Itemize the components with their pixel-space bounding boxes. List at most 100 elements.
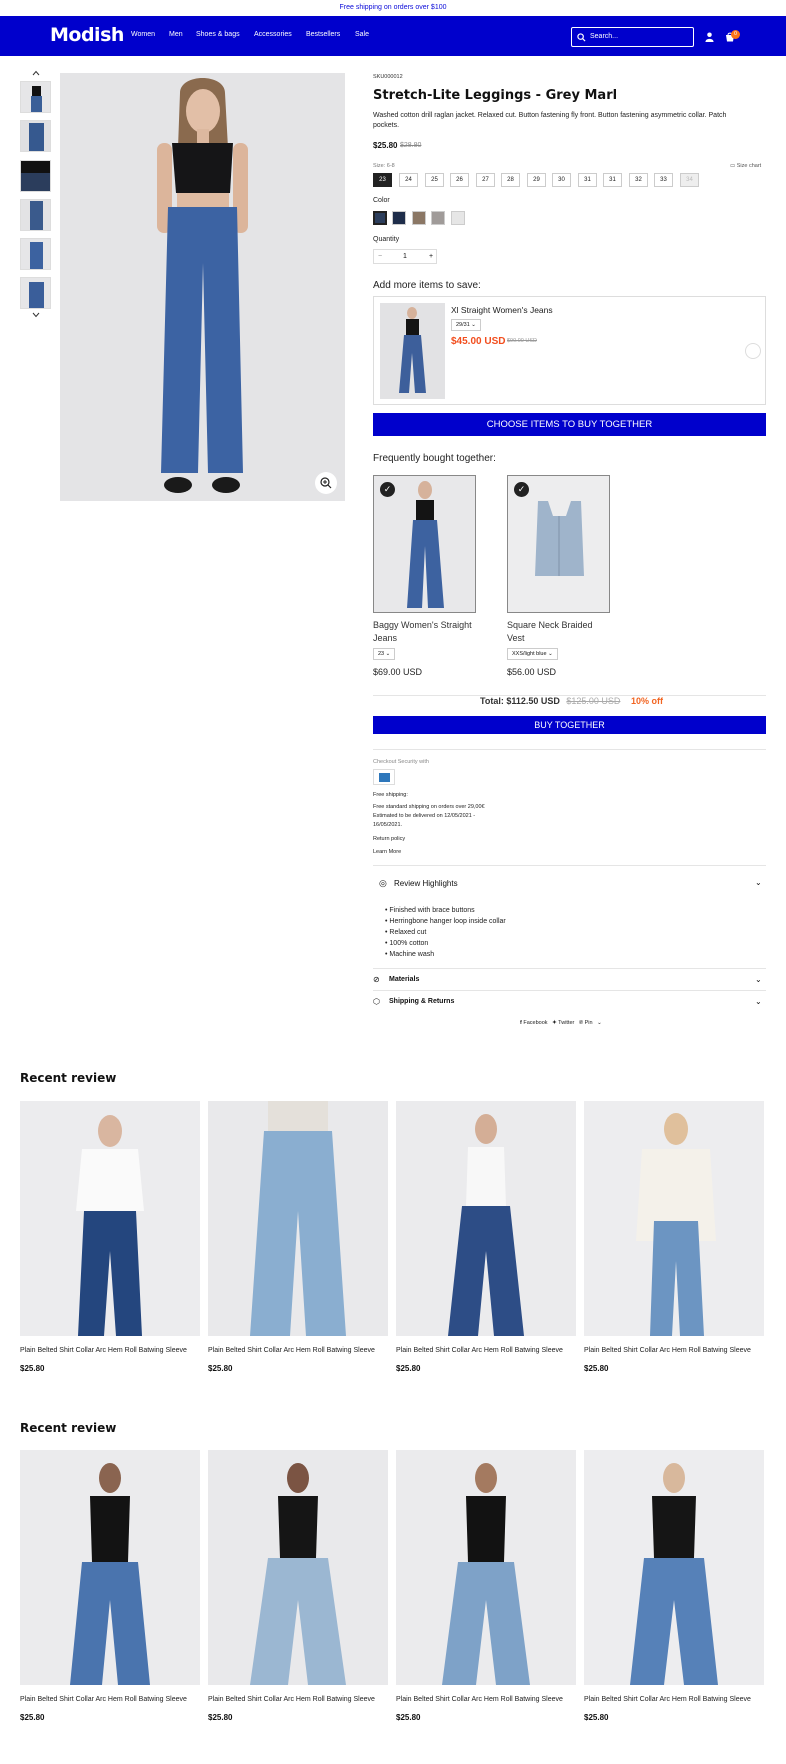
fbt-discount: 10% off: [630, 696, 663, 706]
ruler-icon: ▭: [730, 163, 737, 169]
fbt-item-name-1[interactable]: Baggy Women's Straight Jeans: [373, 619, 472, 645]
size-option[interactable]: 30: [552, 173, 571, 187]
size-option[interactable]: 23: [373, 173, 392, 187]
buy-together-button[interactable]: BUY TOGETHER: [373, 716, 766, 734]
twitter-share[interactable]: ✦ Twitter: [552, 1020, 574, 1026]
size-option[interactable]: 33: [654, 173, 673, 187]
product-card-name[interactable]: Plain Belted Shirt Collar Arc Hem Roll B…: [20, 1696, 187, 1703]
product-card-image[interactable]: [396, 1450, 576, 1685]
add-more-item-name[interactable]: Xl Straight Women's Jeans: [451, 305, 553, 315]
facebook-share[interactable]: f Facebook: [520, 1020, 548, 1026]
size-option[interactable]: 26: [450, 173, 469, 187]
chevron-down-icon: ⌄: [755, 997, 762, 1006]
product-card-name[interactable]: Plain Belted Shirt Collar Arc Hem Roll B…: [396, 1347, 563, 1354]
shipping-returns-accordion[interactable]: ⬡ Shipping & Returns ⌄: [373, 990, 766, 1012]
nav-bestsellers[interactable]: Bestsellers: [306, 31, 340, 38]
fbt-item-image-1[interactable]: ✓: [373, 475, 476, 613]
chevron-down-icon: ⌄: [755, 975, 762, 984]
add-more-item-image[interactable]: [380, 303, 445, 399]
color-swatch-selected[interactable]: [373, 211, 387, 225]
cart-count-badge: 0: [731, 30, 740, 39]
product-card-image[interactable]: [396, 1101, 576, 1336]
nav-women[interactable]: Women: [131, 31, 155, 38]
bullet-item: • 100% cotton: [385, 940, 429, 947]
check-icon[interactable]: ✓: [514, 482, 529, 497]
product-card-image[interactable]: [20, 1101, 200, 1336]
product-card-price: $25.80: [584, 1364, 609, 1373]
product-card-image[interactable]: [208, 1101, 388, 1336]
nav-accessories[interactable]: Accessories: [254, 31, 292, 38]
thumbnail-3[interactable]: [20, 160, 51, 192]
chevron-up-icon[interactable]: [32, 70, 40, 76]
nav-sale[interactable]: Sale: [355, 31, 369, 38]
fbt-item-image-2[interactable]: ✓: [507, 475, 610, 613]
product-card-name[interactable]: Plain Belted Shirt Collar Arc Hem Roll B…: [208, 1347, 375, 1354]
fbt-item-name-2[interactable]: Square Neck Braided Vest: [507, 619, 593, 645]
thumbnail-4[interactable]: [20, 199, 51, 231]
fbt-total-price: Total: $112.50 USD: [480, 696, 560, 706]
user-icon[interactable]: [705, 32, 714, 42]
thumbnail-6[interactable]: [20, 277, 51, 309]
qty-value[interactable]: 1: [403, 253, 407, 260]
size-option[interactable]: 28: [501, 173, 520, 187]
product-card-name[interactable]: Plain Belted Shirt Collar Arc Hem Roll B…: [208, 1696, 375, 1703]
shipping-line-1: Free standard shipping on orders over 29…: [373, 804, 485, 810]
product-card-name[interactable]: Plain Belted Shirt Collar Arc Hem Roll B…: [396, 1696, 563, 1703]
qty-plus-button[interactable]: +: [429, 253, 433, 260]
review-highlights-accordion[interactable]: ◎ Review Highlights ⌄: [373, 865, 766, 897]
product-card-image[interactable]: [584, 1101, 764, 1336]
color-swatch[interactable]: [392, 211, 406, 225]
color-label: Color: [373, 197, 390, 204]
add-more-card: Xl Straight Women's Jeans 29/31 ⌄ $45.00…: [373, 296, 766, 405]
more-share-icon[interactable]: ⌄: [597, 1020, 602, 1026]
qty-minus-button[interactable]: −: [378, 253, 382, 260]
add-more-item-checkbox[interactable]: [745, 343, 761, 359]
product-card-name[interactable]: Plain Belted Shirt Collar Arc Hem Roll B…: [584, 1696, 751, 1703]
thumbnail-2[interactable]: [20, 120, 51, 152]
choose-items-button[interactable]: CHOOSE ITEMS TO BUY TOGETHER: [373, 413, 766, 436]
fbt-item-option-2[interactable]: XXS/light blue ⌄: [507, 648, 558, 660]
facebook-icon: f: [520, 1020, 522, 1026]
size-option[interactable]: 27: [476, 173, 495, 187]
product-card-image[interactable]: [20, 1450, 200, 1685]
product-card-name[interactable]: Plain Belted Shirt Collar Arc Hem Roll B…: [584, 1347, 751, 1354]
size-option[interactable]: 24: [399, 173, 418, 187]
nav-men[interactable]: Men: [169, 31, 183, 38]
materials-accordion[interactable]: ⊘ Materials ⌄: [373, 968, 766, 990]
pin-share[interactable]: ℗ Pin: [579, 1020, 593, 1026]
main-product-image[interactable]: [60, 73, 345, 501]
bullet-item: • Finished with brace buttons: [385, 907, 475, 914]
size-option[interactable]: 32: [629, 173, 648, 187]
product-card-image[interactable]: [584, 1450, 764, 1685]
check-icon[interactable]: ✓: [380, 482, 395, 497]
fbt-item-option-1[interactable]: 23 ⌄: [373, 648, 396, 660]
size-option[interactable]: 25: [425, 173, 444, 187]
learn-more-link[interactable]: Learn More: [373, 848, 401, 856]
fbt-total-old-price: $125.00 USD: [566, 696, 621, 706]
thumbnail-1[interactable]: [20, 81, 51, 113]
add-more-item-old-price: $90.00 USD: [507, 338, 537, 344]
quantity-stepper[interactable]: − 1 +: [373, 249, 437, 264]
size-option-disabled[interactable]: 34: [680, 173, 699, 187]
size-chart-link[interactable]: ▭ Size chart: [730, 163, 761, 169]
chevron-down-icon[interactable]: [32, 312, 40, 318]
search-input[interactable]: Search...: [571, 27, 694, 47]
zoom-button[interactable]: [315, 472, 337, 494]
nav-shoes-bags[interactable]: Shoes & bags: [196, 31, 240, 38]
size-option[interactable]: 31: [603, 173, 622, 187]
size-option[interactable]: 29: [527, 173, 546, 187]
shipping-line-2: Estimated to be delivered on 12/05/2021 …: [373, 813, 476, 819]
fbt-total: Total: $112.50 USD $125.00 USD 10% off: [480, 696, 663, 706]
color-swatch[interactable]: [431, 211, 445, 225]
product-card-name[interactable]: Plain Belted Shirt Collar Arc Hem Roll B…: [20, 1347, 187, 1354]
color-swatch[interactable]: [451, 211, 465, 225]
product-description: Washed cotton drill raglan jacket. Relax…: [373, 112, 727, 129]
recent-review-heading: Recent review: [20, 1421, 117, 1435]
thumbnail-5[interactable]: [20, 238, 51, 270]
product-card-price: $25.80: [584, 1713, 609, 1722]
logo[interactable]: Modish: [50, 24, 124, 46]
add-more-size-select[interactable]: 29/31 ⌄: [451, 319, 481, 331]
product-card-image[interactable]: [208, 1450, 388, 1685]
color-swatch[interactable]: [412, 211, 426, 225]
size-option[interactable]: 31: [578, 173, 597, 187]
